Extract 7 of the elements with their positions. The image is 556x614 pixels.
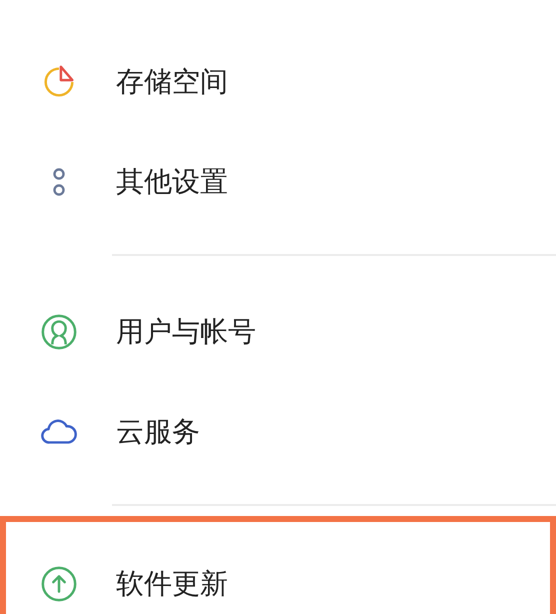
two-dots-icon xyxy=(52,167,66,197)
settings-item[interactable]: 存储空间 xyxy=(0,32,556,132)
person-circle-icon xyxy=(40,313,78,351)
settings-item[interactable]: 云服务 xyxy=(0,382,556,482)
settings-item[interactable]: 用户与帐号 xyxy=(0,282,556,382)
highlighted-settings-item[interactable]: 软件更新 xyxy=(0,516,556,614)
settings-item[interactable]: 其他设置 xyxy=(0,132,556,232)
